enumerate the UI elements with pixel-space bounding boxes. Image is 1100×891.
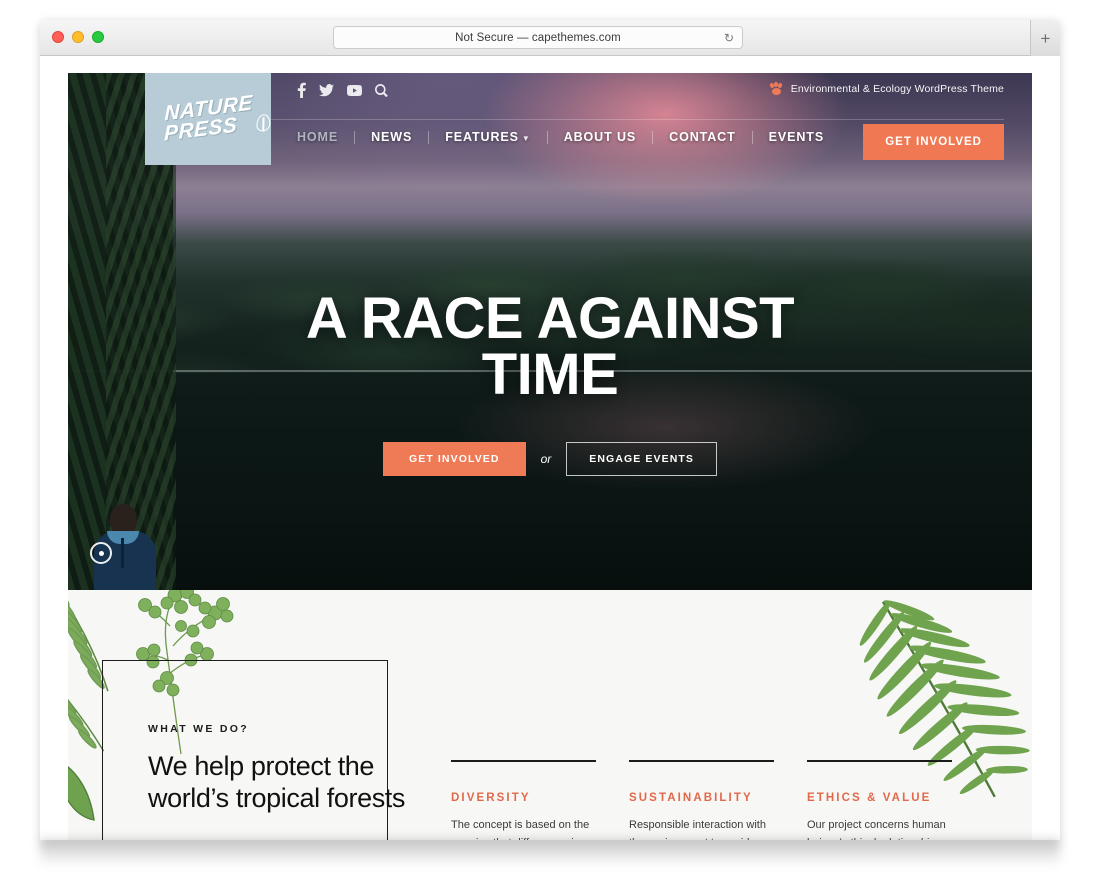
window-shadow bbox=[40, 840, 1060, 866]
header-get-involved-button[interactable]: GET INVOLVED bbox=[863, 124, 1004, 160]
main-navigation: HOME NEWS FEATURES ▼ ABOUT US CONTACT EVE… bbox=[297, 130, 840, 144]
twitter-icon[interactable] bbox=[319, 83, 334, 97]
site-logo[interactable]: NATURE PRESS bbox=[145, 73, 271, 165]
hero-copy: A RACE AGAINST TIME GET INVOLVED or ENGA… bbox=[68, 286, 1032, 477]
feature-title: DIVERSITY bbox=[451, 791, 531, 804]
hero-engage-events-button[interactable]: ENGAGE EVENTS bbox=[566, 442, 717, 477]
browser-window: Not Secure — capethemes.com ↻ + NATURE P… bbox=[40, 20, 1060, 840]
nav-item-about-us[interactable]: ABOUT US bbox=[548, 130, 652, 144]
browser-toolbar: Not Secure — capethemes.com ↻ + bbox=[40, 20, 1060, 56]
url-text: Not Secure — capethemes.com bbox=[455, 31, 621, 44]
person-placket bbox=[121, 538, 124, 568]
tagline-text: Environmental & Ecology WordPress Theme bbox=[790, 82, 1004, 95]
leaf-icon bbox=[255, 113, 270, 133]
nav-item-events[interactable]: EVENTS bbox=[753, 130, 840, 144]
social-links bbox=[297, 82, 388, 98]
hero-title-line-1: A RACE AGAINST bbox=[305, 286, 795, 351]
page-viewport: NATURE PRESS Environmental & Ecology Wor… bbox=[40, 56, 1060, 840]
nav-item-news[interactable]: NEWS bbox=[355, 130, 428, 144]
hero-section: NATURE PRESS Environmental & Ecology Wor… bbox=[68, 73, 1032, 590]
hero-title: A RACE AGAINST TIME bbox=[68, 286, 1032, 407]
feature-rule bbox=[629, 760, 774, 762]
window-controls[interactable] bbox=[52, 31, 104, 43]
what-we-do-eyebrow: WHAT WE DO? bbox=[148, 723, 249, 735]
hero-actions: GET INVOLVED or ENGAGE EVENTS bbox=[68, 442, 1032, 477]
feature-card-diversity: DIVERSITY The concept is based on the pr… bbox=[451, 760, 596, 840]
feature-title: ETHICS & VALUE bbox=[807, 791, 932, 804]
facebook-icon[interactable] bbox=[297, 82, 306, 98]
feature-columns: DIVERSITY The concept is based on the pr… bbox=[451, 760, 1011, 840]
theme-tagline: Environmental & Ecology WordPress Theme bbox=[768, 81, 1004, 95]
search-icon[interactable] bbox=[375, 83, 388, 97]
youtube-icon[interactable] bbox=[347, 84, 362, 96]
feature-body: Our project concerns human beings’ ethic… bbox=[807, 818, 946, 840]
feature-body: The concept is based on the premise that… bbox=[451, 818, 590, 840]
feature-body: Responsible interaction with the environ… bbox=[629, 818, 766, 840]
zoom-window-button[interactable] bbox=[92, 31, 104, 43]
paw-icon bbox=[768, 81, 784, 95]
feature-rule bbox=[807, 760, 952, 762]
hero-get-involved-button[interactable]: GET INVOLVED bbox=[382, 442, 526, 477]
header-divider bbox=[271, 119, 1004, 120]
close-window-button[interactable] bbox=[52, 31, 64, 43]
feature-title: SUSTAINABILITY bbox=[629, 791, 753, 804]
feature-card-ethics-value: ETHICS & VALUE Our project concerns huma… bbox=[807, 760, 952, 840]
hero-or-text: or bbox=[540, 452, 552, 467]
what-we-do-block: WHAT WE DO? We help protect the world’s … bbox=[148, 723, 408, 814]
new-tab-button[interactable]: + bbox=[1030, 20, 1060, 56]
chevron-down-icon: ▼ bbox=[521, 134, 531, 143]
what-we-do-section: WHAT WE DO? We help protect the world’s … bbox=[68, 590, 1032, 840]
hero-title-line-2: TIME bbox=[481, 341, 619, 407]
minimize-window-button[interactable] bbox=[72, 31, 84, 43]
nav-item-contact[interactable]: CONTACT bbox=[653, 130, 751, 144]
feature-rule bbox=[451, 760, 596, 762]
screenshot-root: Not Secure — capethemes.com ↻ + NATURE P… bbox=[0, 0, 1100, 891]
nav-item-features[interactable]: FEATURES ▼ bbox=[429, 130, 546, 144]
nav-item-home[interactable]: HOME bbox=[297, 130, 354, 144]
reload-icon[interactable]: ↻ bbox=[724, 32, 734, 44]
feature-card-sustainability: SUSTAINABILITY Responsible interaction w… bbox=[629, 760, 774, 840]
what-we-do-heading: We help protect the world’s tropical for… bbox=[148, 751, 405, 813]
play-dot-button[interactable] bbox=[90, 542, 112, 564]
address-bar[interactable]: Not Secure — capethemes.com ↻ bbox=[333, 26, 743, 49]
